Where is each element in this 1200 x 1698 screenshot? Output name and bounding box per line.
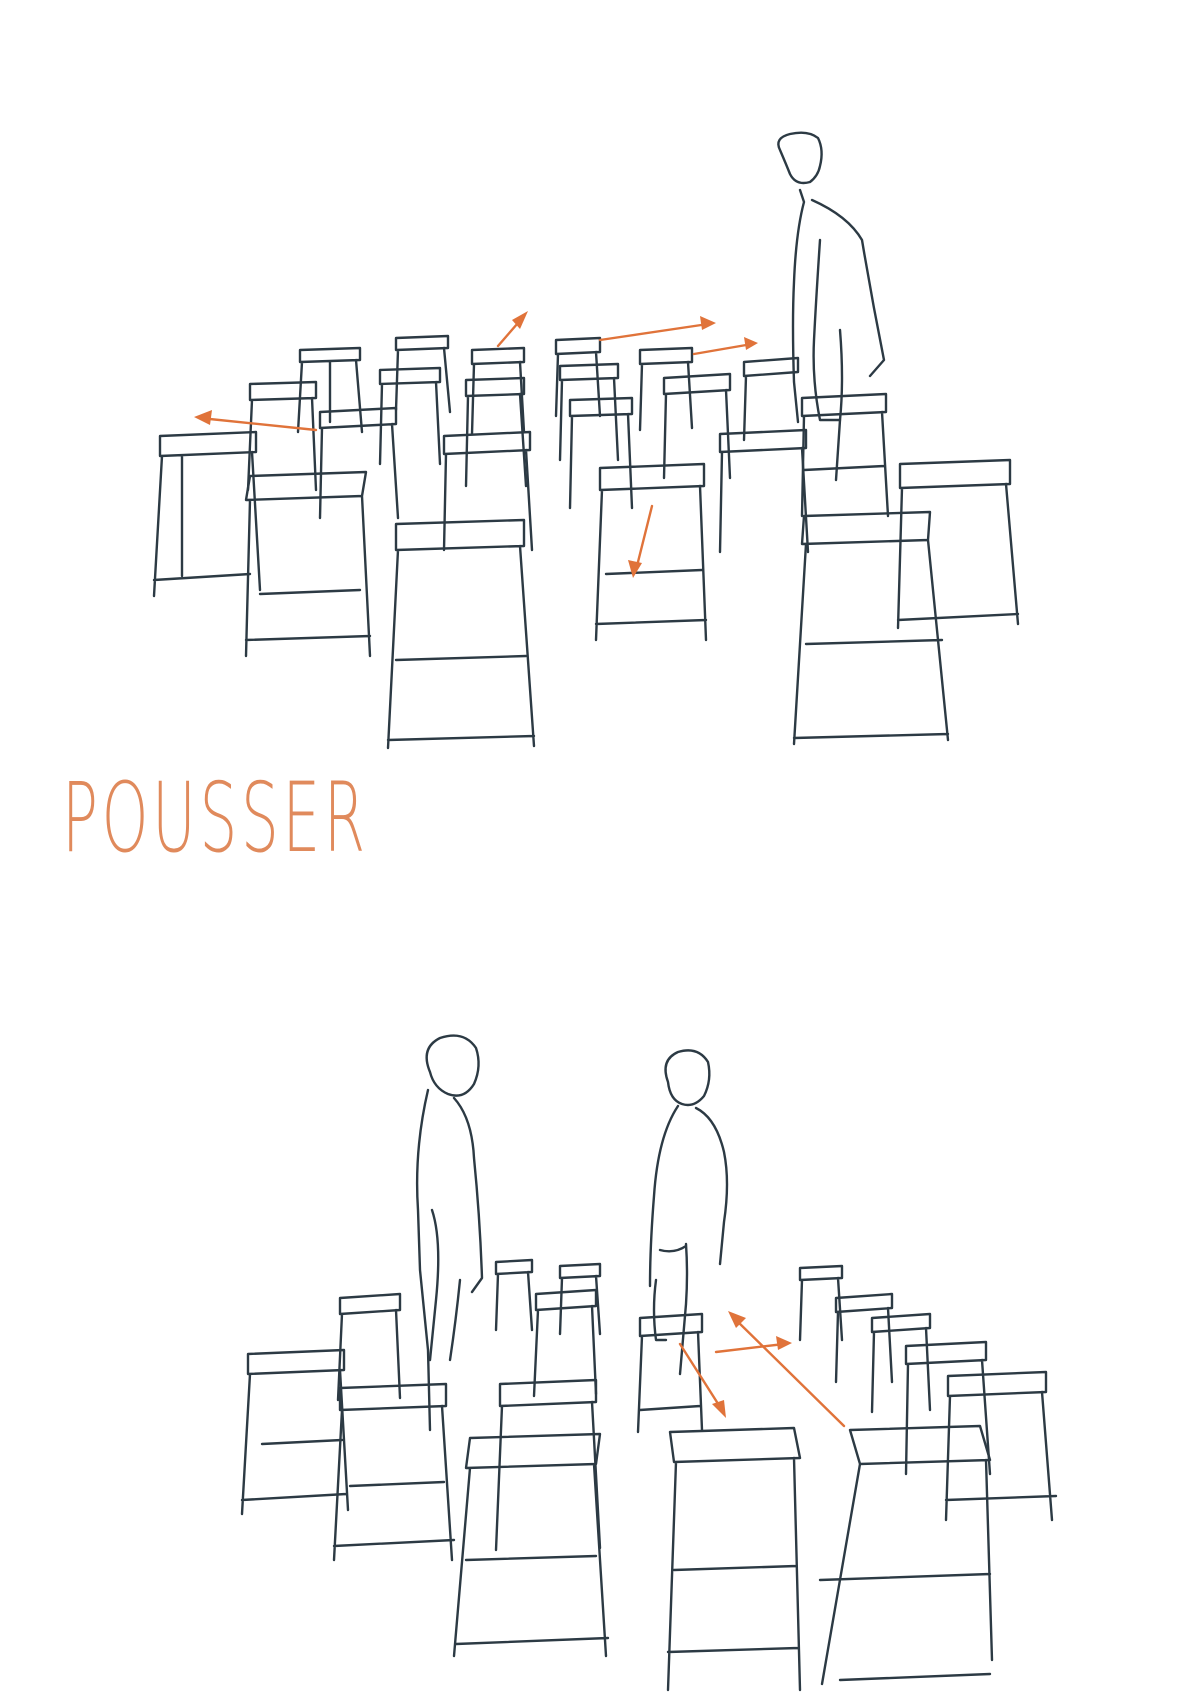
stool-bottom-8 xyxy=(636,1312,704,1434)
stool-top-18 xyxy=(244,470,372,658)
standing-figure-left xyxy=(415,1034,484,1432)
stool-bottom-14 xyxy=(452,1432,610,1658)
bottom-scene xyxy=(240,1034,1058,1692)
stool-top-14 xyxy=(800,392,890,518)
stool-top-3 xyxy=(470,346,526,436)
stool-top-15 xyxy=(718,428,810,554)
stool-top-13 xyxy=(662,372,732,480)
standing-figure-top xyxy=(777,131,886,482)
stool-top-16 xyxy=(442,430,534,552)
stool-bottom-1 xyxy=(494,1258,534,1332)
stool-top-20 xyxy=(896,458,1020,630)
push-arrow-up xyxy=(496,311,528,348)
stool-bottom-10 xyxy=(944,1370,1058,1522)
stool-top-6 xyxy=(742,356,800,442)
push-arrow-right-2 xyxy=(692,337,758,356)
stool-bottom-15 xyxy=(666,1426,802,1692)
stool-top-1 xyxy=(296,346,364,434)
stool-top-8 xyxy=(318,406,400,520)
stool-top-21 xyxy=(386,518,536,750)
push-arrow-right-1 xyxy=(598,316,716,342)
push-arrow-bottom-diag-2 xyxy=(728,1311,846,1428)
stool-bottom-4 xyxy=(834,1292,894,1384)
caption-title: POUSSER xyxy=(62,762,369,874)
top-scene xyxy=(152,131,1020,750)
stool-top-4 xyxy=(554,336,602,418)
stool-top-9 xyxy=(378,366,442,466)
stool-top-17 xyxy=(152,430,262,598)
stool-bottom-11 xyxy=(240,1348,350,1516)
stool-bottom-2 xyxy=(558,1262,602,1336)
stool-bottom-12 xyxy=(332,1382,456,1562)
stool-bottom-6 xyxy=(336,1292,402,1402)
stool-top-19 xyxy=(594,462,708,642)
standing-figure-right xyxy=(648,1049,729,1376)
stool-top-2 xyxy=(394,334,452,414)
stool-top-11 xyxy=(558,362,620,462)
stool-top-22 xyxy=(792,510,950,746)
push-arrow-down xyxy=(628,504,654,578)
